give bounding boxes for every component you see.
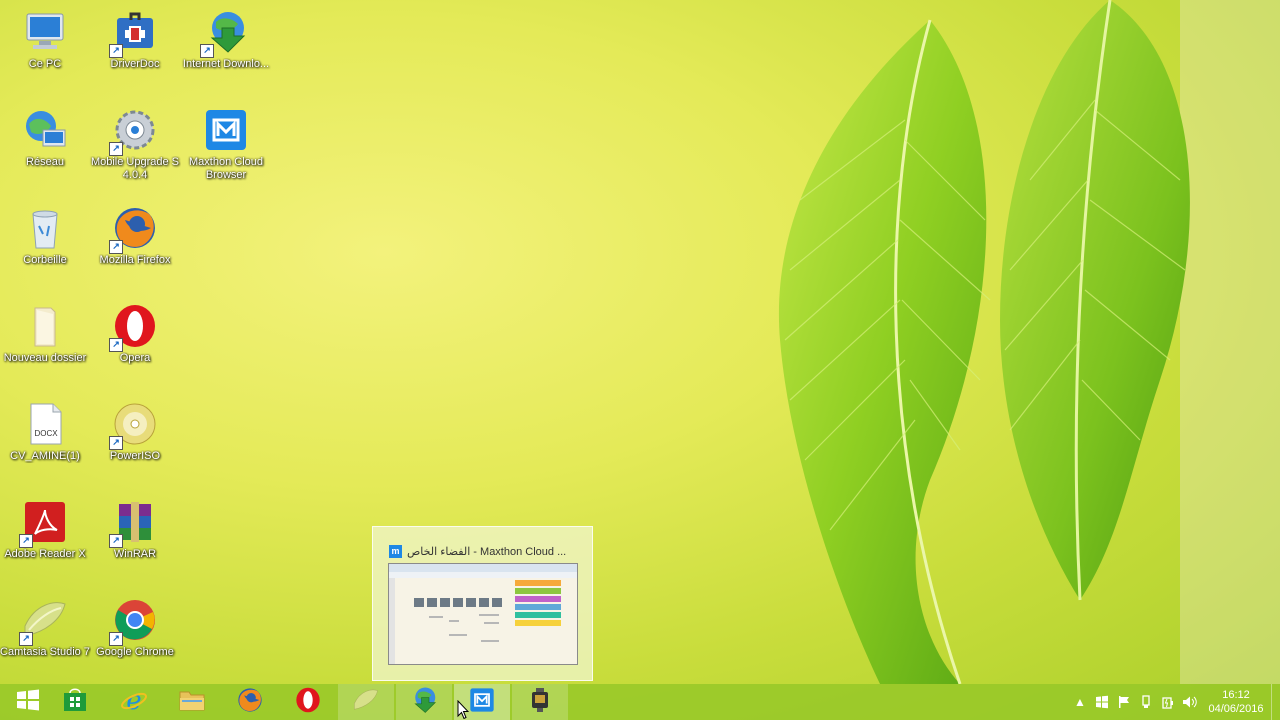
taskbar: e ▲ 16:12 04/06/2016 [0, 684, 1280, 720]
computer-icon [21, 8, 69, 56]
maxthon-icon: m [389, 544, 402, 558]
windows-logo-icon [16, 688, 40, 717]
desktop-icon-label: CV_AMINE(1) [10, 450, 80, 462]
desktop-icon-label: Camtasia Studio 7 [0, 646, 90, 658]
desktop-icon-ce-pc[interactable]: Ce PC [0, 0, 90, 88]
preview-window-thumbnail[interactable] [388, 563, 578, 665]
desktop-icon-label: Google Chrome [96, 646, 174, 658]
desktop-icon-google-chrome[interactable]: ↗ Google Chrome [90, 588, 180, 676]
firefox-icon [236, 686, 264, 719]
desktop-icon-label: Adobe Reader X [4, 548, 86, 560]
firefox-icon: ↗ [109, 204, 159, 254]
clock-time: 16:12 [1222, 689, 1250, 701]
desktop-icon-driverdoc[interactable]: ↗ DriverDoc [90, 0, 180, 88]
desktop-icon-label: DriverDoc [110, 58, 160, 70]
docx-file-icon: DOCX [21, 400, 69, 448]
desktop-icon-label: Ce PC [28, 58, 62, 70]
maxthon-icon [468, 686, 496, 719]
desktop-icon-label: Corbeille [23, 254, 67, 266]
camera-recorder-icon [526, 686, 554, 719]
winrar-icon: ↗ [109, 498, 159, 548]
desktop-icon-mobile-upgrade[interactable]: ↗ Mobile Upgrade S 4.0.4 [90, 98, 180, 186]
windows-defender-icon[interactable] [1091, 691, 1113, 713]
desktop-icon-maxthon[interactable]: Maxthon Cloud Browser [181, 98, 271, 186]
preview-title: m الفضاء الخاص - Maxthon Cloud ... [389, 543, 585, 559]
leaf-right [1000, 0, 1190, 600]
driverdoc-icon: ↗ [109, 8, 159, 58]
taskbar-camtasia-recorder[interactable] [512, 684, 568, 720]
internet-download-manager-icon [409, 685, 439, 720]
desktop-icon-corbeille[interactable]: Corbeille [0, 196, 90, 284]
desktop-icons: Ce PC Réseau Corbeille Nouveau dossier D… [0, 0, 280, 684]
desktop-icon-label: Mozilla Firefox [99, 254, 171, 266]
taskbar-file-explorer[interactable] [164, 684, 220, 720]
desktop-icon-cv-amine[interactable]: DOCX CV_AMINE(1) [0, 392, 90, 480]
taskbar-camtasia[interactable] [338, 684, 394, 720]
desktop-icon-label: PowerISO [109, 450, 161, 462]
opera-icon [294, 686, 322, 719]
mouse-cursor-icon [457, 700, 469, 720]
power-icon[interactable] [1157, 691, 1179, 713]
chevron-up-icon[interactable]: ▲ [1069, 691, 1091, 713]
desktop-icon-label: Internet Downlo... [182, 58, 270, 70]
show-desktop-button[interactable] [1271, 684, 1280, 720]
internet-download-manager-icon: ↗ [200, 8, 250, 58]
taskbar-internet-download-manager[interactable] [396, 684, 452, 720]
desktop-icon-mozilla-firefox[interactable]: ↗ Mozilla Firefox [90, 196, 180, 284]
desktop-icon-label: Mobile Upgrade S 4.0.4 [90, 156, 180, 181]
camtasia-icon [352, 686, 380, 719]
svg-text:DOCX: DOCX [34, 429, 58, 438]
desktop-icon-nouveau-dossier[interactable]: Nouveau dossier [0, 294, 90, 382]
camtasia-icon: ↗ [19, 596, 69, 646]
chrome-icon: ↗ [109, 596, 159, 646]
desktop-icon-label: Nouveau dossier [3, 352, 87, 364]
taskbar-store[interactable] [47, 684, 103, 720]
store-icon [62, 687, 88, 718]
desktop-icon-poweriso[interactable]: ↗ PowerISO [90, 392, 180, 480]
recycle-bin-icon [21, 204, 69, 252]
clock-date: 04/06/2016 [1208, 703, 1264, 715]
desktop-icon-adobe-reader[interactable]: ↗ Adobe Reader X [0, 490, 90, 578]
network-icon [21, 106, 69, 154]
desktop-icon-camtasia-studio[interactable]: ↗ Camtasia Studio 7 [0, 588, 90, 676]
file-explorer-icon [178, 687, 206, 718]
leaf-left [778, 20, 987, 684]
internet-explorer-icon: e [120, 686, 148, 719]
taskbar-opera[interactable] [280, 684, 336, 720]
maxthon-icon [202, 106, 250, 154]
preview-title-text: الفضاء الخاص - Maxthon Cloud ... [407, 545, 567, 558]
poweriso-icon: ↗ [109, 400, 159, 450]
desktop-icon-winrar[interactable]: ↗ WinRAR [90, 490, 180, 578]
taskbar-internet-explorer[interactable]: e [106, 684, 162, 720]
svg-text:e: e [126, 686, 141, 714]
folder-icon [21, 302, 69, 350]
desktop-icon-label: WinRAR [113, 548, 157, 560]
usb-device-icon[interactable] [1135, 691, 1157, 713]
desktop-icon-internet-download-manager[interactable]: ↗ Internet Downlo... [181, 0, 271, 88]
adobe-reader-icon: ↗ [19, 498, 69, 548]
desktop-icon-opera[interactable]: ↗ Opera [90, 294, 180, 382]
system-tray: ▲ 16:12 04/06/2016 [1069, 684, 1280, 720]
action-center-flag-icon[interactable] [1113, 691, 1135, 713]
mobile-upgrade-icon: ↗ [109, 106, 159, 156]
desktop-icon-reseau[interactable]: Réseau [0, 98, 90, 186]
desktop-icon-label: Opera [119, 352, 151, 364]
desktop-icon-label: Réseau [26, 156, 64, 168]
taskbar-firefox[interactable] [222, 684, 278, 720]
taskbar-clock[interactable]: 16:12 04/06/2016 [1201, 688, 1271, 716]
taskbar-thumbnail-preview[interactable]: m الفضاء الخاص - Maxthon Cloud ... [372, 526, 593, 681]
desktop-icon-label: Maxthon Cloud Browser [189, 156, 263, 181]
opera-icon: ↗ [109, 302, 159, 352]
volume-icon[interactable] [1179, 691, 1201, 713]
